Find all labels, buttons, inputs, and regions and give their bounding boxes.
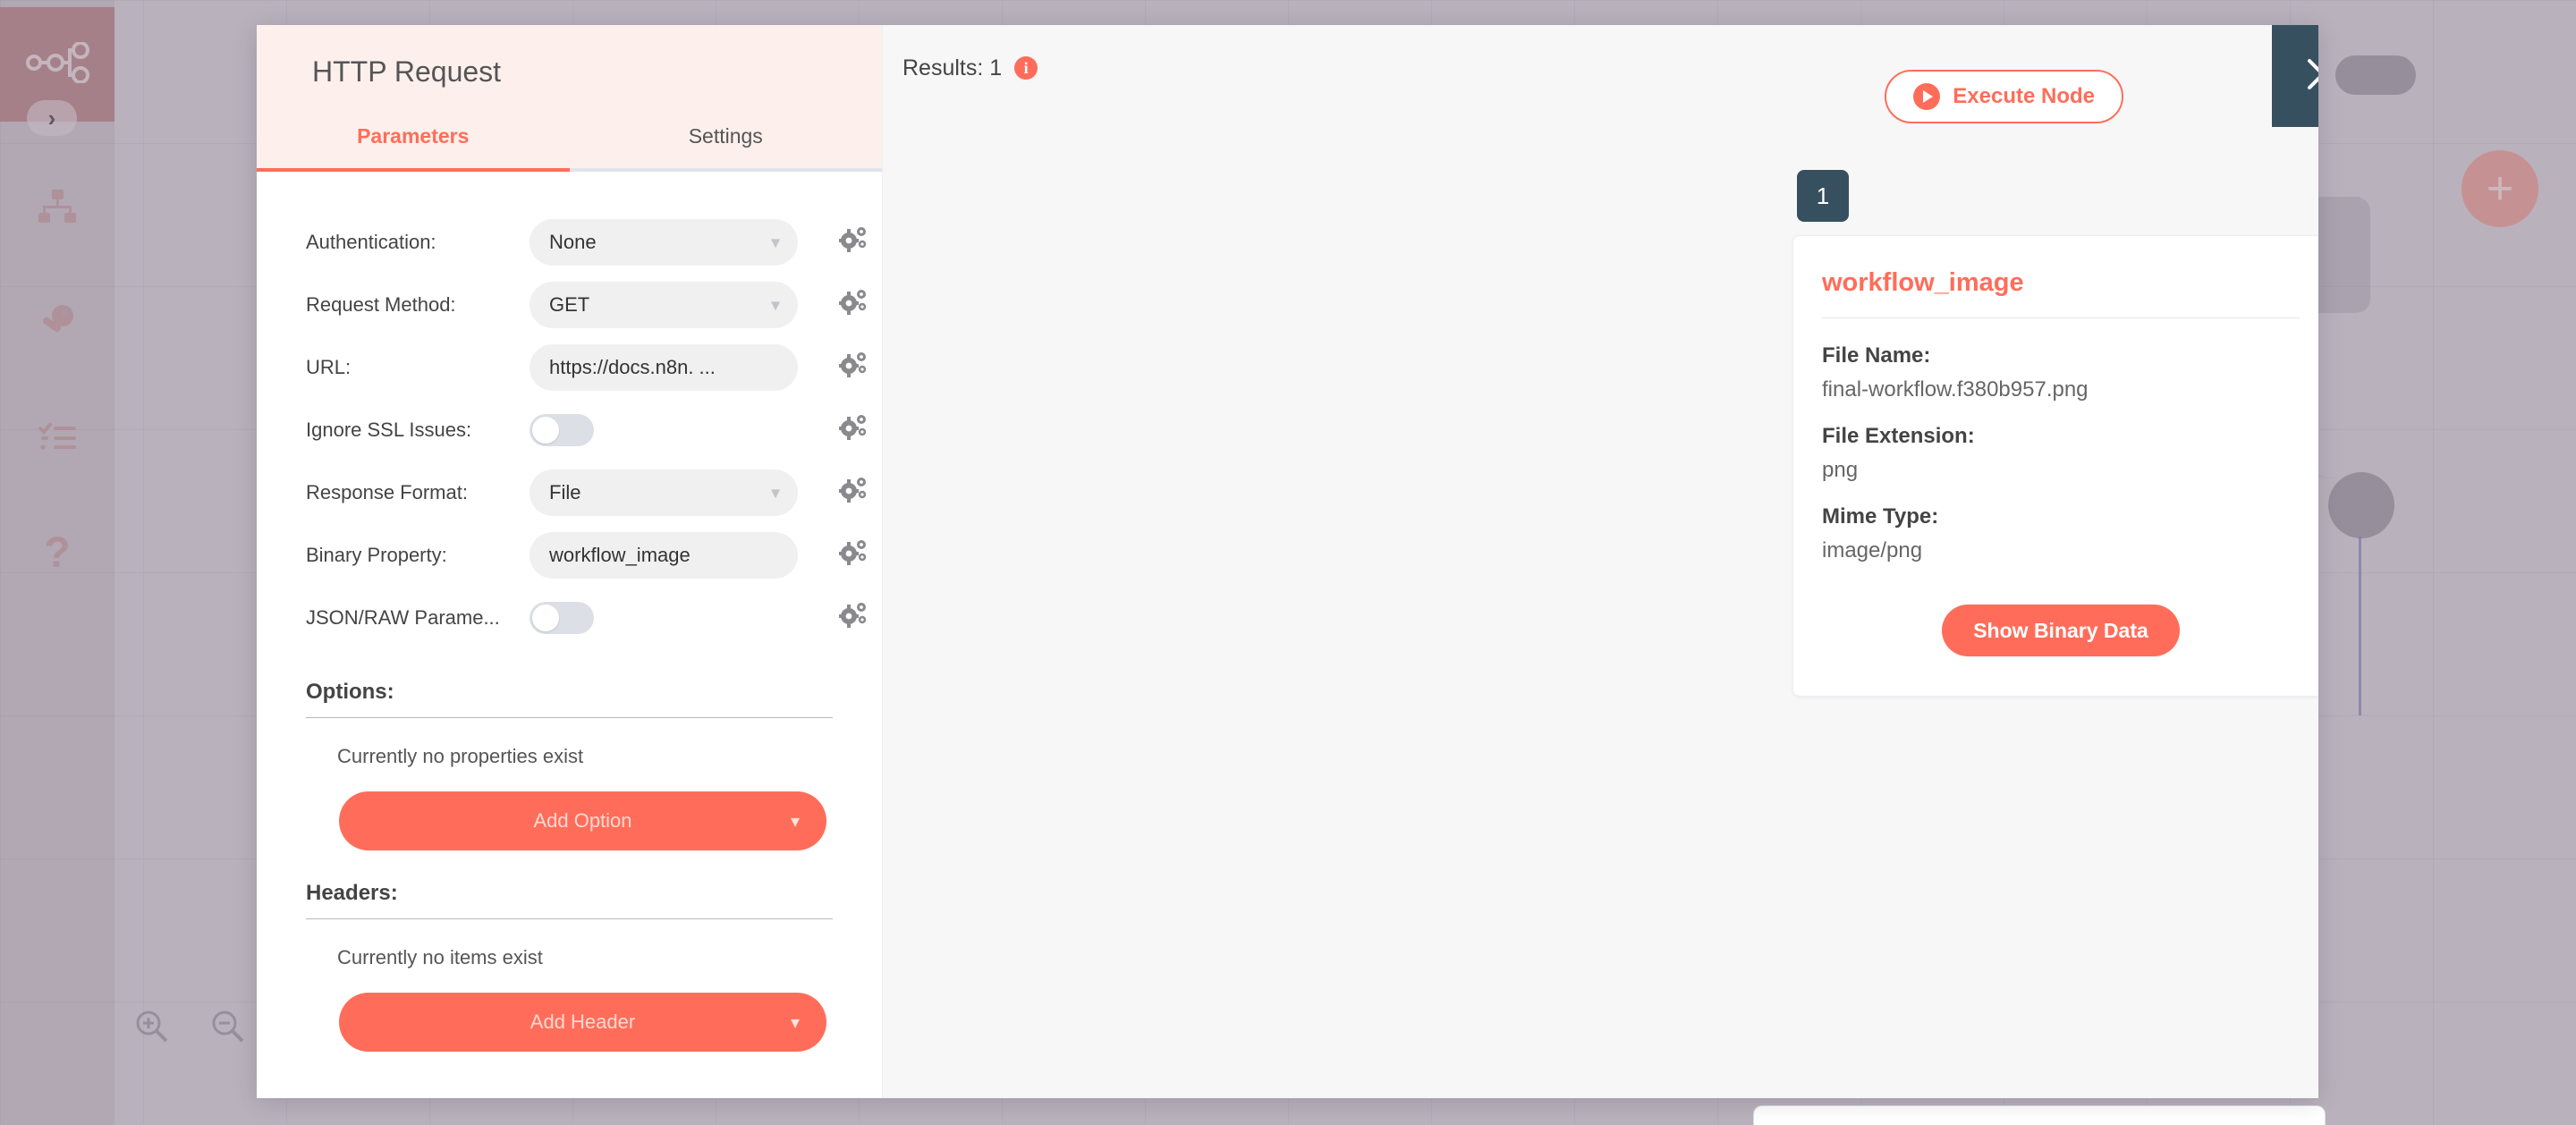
add-option-label: Add Option [533, 809, 631, 833]
json-raw-toggle[interactable] [530, 602, 594, 634]
gear-icon [839, 290, 868, 321]
gear-icon [839, 352, 868, 384]
section-divider [306, 717, 833, 718]
chevron-down-icon: ▾ [771, 482, 780, 504]
parameters-body: Authentication: None ▾ [257, 172, 882, 1098]
show-binary-data-button[interactable]: Show Binary Data [1942, 605, 2180, 656]
param-settings-button[interactable] [839, 478, 868, 509]
chevron-down-icon: ▾ [771, 232, 780, 254]
page-title: HTTP Request [257, 55, 882, 89]
section-divider [306, 918, 833, 919]
close-icon [2302, 54, 2318, 99]
param-settings-button[interactable] [839, 540, 868, 571]
parameters-header: HTTP Request Parameters Settings [257, 25, 882, 172]
gear-icon [839, 603, 868, 634]
binary-field-key: Mime Type: [1822, 504, 2300, 529]
add-header-label: Add Header [530, 1011, 635, 1034]
play-icon [1913, 83, 1940, 110]
param-label: Binary Property: [306, 544, 530, 567]
binary-field-key: File Extension: [1822, 424, 2300, 449]
param-settings-button[interactable] [839, 415, 868, 446]
param-settings-button[interactable] [839, 352, 868, 384]
param-value: workflow_image [549, 544, 691, 567]
param-row-binary-property: Binary Property: workflow_image [257, 524, 882, 587]
param-value: File [549, 481, 580, 504]
options-empty-text: Currently no properties exist [257, 745, 882, 768]
param-row-authentication: Authentication: None ▾ [257, 211, 882, 274]
tab-parameters[interactable]: Parameters [257, 124, 570, 172]
param-label: Response Format: [306, 481, 530, 504]
param-settings-button[interactable] [839, 603, 868, 634]
close-button[interactable] [2272, 25, 2318, 127]
authentication-select[interactable]: None ▾ [530, 219, 798, 266]
param-row-json-raw: JSON/RAW Parame... [257, 587, 882, 649]
headers-empty-text: Currently no items exist [257, 946, 882, 969]
show-binary-data-label: Show Binary Data [1973, 619, 2148, 643]
chevron-down-icon: ▾ [791, 810, 800, 833]
tab-settings[interactable]: Settings [570, 124, 883, 172]
gear-icon [839, 540, 868, 571]
tab-bar[interactable]: Parameters Settings [257, 124, 882, 172]
add-option-button[interactable]: Add Option ▾ [339, 791, 826, 850]
binary-field-value: image/png [1822, 538, 2300, 563]
binary-field-value: png [1822, 458, 2300, 483]
item-index-badge[interactable]: 1 [1797, 170, 1849, 222]
param-row-ignore-ssl: Ignore SSL Issues: [257, 399, 882, 461]
param-label: URL: [306, 356, 530, 379]
headers-section-title: Headers: [257, 881, 882, 906]
param-value: None [549, 231, 597, 254]
response-format-select[interactable]: File ▾ [530, 469, 798, 516]
chevron-down-icon: ▾ [791, 1011, 800, 1034]
add-header-button[interactable]: Add Header ▾ [339, 993, 826, 1052]
binary-field-key: File Name: [1822, 343, 2300, 368]
options-section-title: Options: [257, 680, 882, 705]
results-count-label: Results: 1 [902, 55, 1002, 81]
param-settings-button[interactable] [839, 290, 868, 321]
request-method-select[interactable]: GET ▾ [530, 282, 798, 328]
ignore-ssl-toggle[interactable] [530, 414, 594, 446]
param-value: GET [549, 293, 589, 317]
param-label: Request Method: [306, 293, 530, 317]
results-count: Results: 1 i [902, 55, 1038, 81]
param-settings-button[interactable] [839, 227, 868, 258]
binary-property-input[interactable]: workflow_image [530, 532, 798, 579]
gear-icon [839, 227, 868, 258]
param-row-url: URL: https://docs.n8n. ... [257, 336, 882, 399]
toggle-knob [532, 605, 559, 631]
param-value: https://docs.n8n. ... [549, 356, 716, 379]
binary-field-value: final-workflow.f380b957.png [1822, 377, 2300, 402]
node-detail-modal: HTTP Request Parameters Settings Authent… [257, 25, 2318, 1098]
bottom-peek-panel [1753, 1105, 2326, 1125]
param-row-request-method: Request Method: GET ▾ [257, 274, 882, 336]
execute-node-label: Execute Node [1953, 84, 2095, 109]
info-icon[interactable]: i [1014, 56, 1038, 80]
url-input[interactable]: https://docs.n8n. ... [530, 344, 798, 391]
execute-node-button[interactable]: Execute Node [1885, 70, 2123, 123]
gear-icon [839, 415, 868, 446]
gear-icon [839, 478, 868, 509]
param-row-response-format: Response Format: File ▾ [257, 461, 882, 524]
toggle-knob [532, 417, 559, 444]
binary-property-name: workflow_image [1822, 268, 2300, 318]
param-label: JSON/RAW Parame... [306, 606, 530, 630]
chevron-down-icon: ▾ [771, 294, 780, 317]
param-label: Authentication: [306, 231, 530, 254]
results-pane: Results: 1 i JSON Table Binary Execute N… [883, 25, 2318, 1098]
binary-data-card: workflow_image File Name: final-workflow… [1792, 235, 2318, 697]
param-label: Ignore SSL Issues: [306, 419, 530, 442]
parameters-pane: HTTP Request Parameters Settings Authent… [257, 25, 883, 1098]
